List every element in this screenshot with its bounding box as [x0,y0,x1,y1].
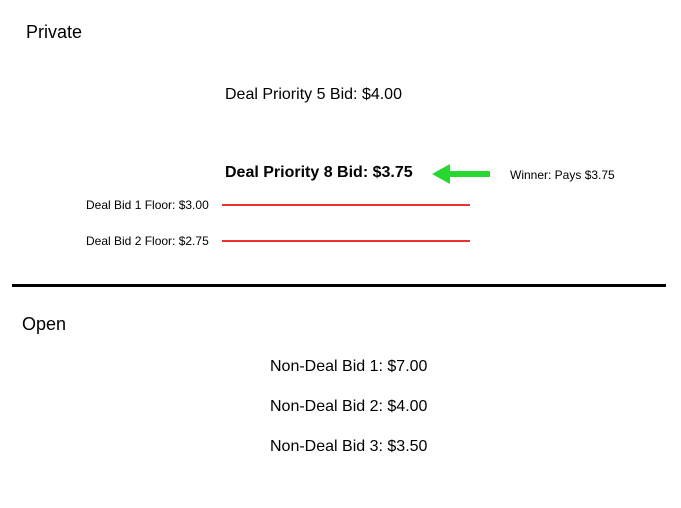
deal-bid-1-floor-line [222,204,470,206]
deal-bid-2-floor-label: Deal Bid 2 Floor: $2.75 [86,234,209,248]
winner-pays-label: Winner: Pays $3.75 [510,168,615,182]
deal-priority-5-bid: Deal Priority 5 Bid: $4.00 [225,86,402,104]
non-deal-bid-1: Non-Deal Bid 1: $7.00 [270,358,427,376]
deal-priority-8-bid: Deal Priority 8 Bid: $3.75 [225,164,413,182]
deal-bid-1-floor-label: Deal Bid 1 Floor: $3.00 [86,198,209,212]
non-deal-bid-3: Non-Deal Bid 3: $3.50 [270,438,427,456]
section-title-private: Private [26,22,82,43]
section-title-open: Open [22,314,66,335]
deal-bid-2-floor-line [222,240,470,242]
non-deal-bid-2: Non-Deal Bid 2: $4.00 [270,398,427,416]
winner-arrow-icon [432,162,492,186]
section-divider [12,284,666,287]
